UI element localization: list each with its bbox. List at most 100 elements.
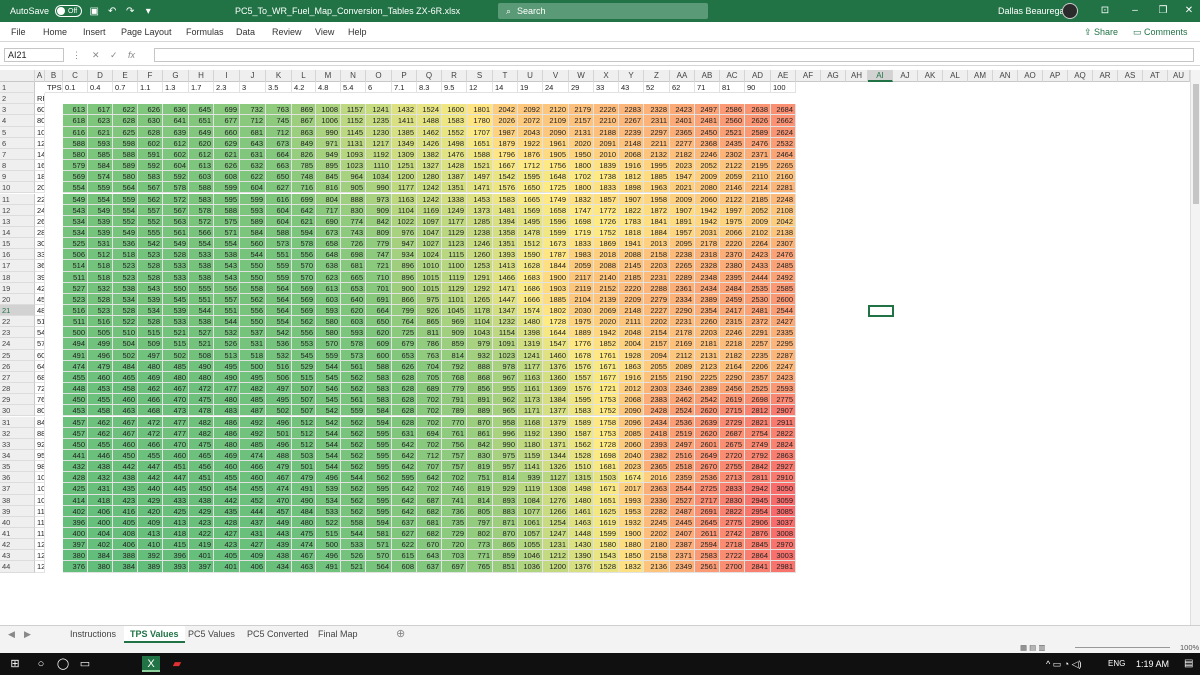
- cell-m41[interactable]: 515: [316, 528, 341, 540]
- cell-u40[interactable]: 1061: [518, 516, 543, 528]
- zoom-level[interactable]: 100%: [1180, 643, 1199, 653]
- cell-f36[interactable]: 442: [138, 472, 163, 484]
- cell-z30[interactable]: 2428: [644, 405, 670, 417]
- cell-j38[interactable]: 452: [240, 494, 266, 506]
- cell-p18[interactable]: 896: [392, 271, 417, 283]
- cell-ad34[interactable]: 2792: [745, 449, 771, 462]
- cell-f43[interactable]: 392: [138, 550, 163, 562]
- cell-u22[interactable]: 1480: [518, 316, 543, 328]
- cell-o24[interactable]: 609: [366, 338, 392, 350]
- cell-k33[interactable]: 496: [266, 438, 292, 450]
- cell-n21[interactable]: 620: [341, 305, 366, 317]
- cell-f33[interactable]: 466: [138, 438, 163, 450]
- cell-j19[interactable]: 558: [240, 282, 266, 294]
- cortana-icon[interactable]: ◯: [54, 656, 72, 672]
- cell-v21[interactable]: 1802: [543, 305, 569, 317]
- row-header-42[interactable]: 42: [0, 539, 35, 551]
- cell-z36[interactable]: 2016: [644, 472, 670, 484]
- cell-n23[interactable]: 593: [341, 327, 366, 339]
- cell-m6[interactable]: 971: [316, 137, 341, 149]
- cell-w6[interactable]: 2020: [569, 137, 594, 149]
- cell-k3[interactable]: 763: [266, 104, 292, 116]
- row-header-5[interactable]: 5: [0, 126, 35, 138]
- cell-f1[interactable]: 1.1: [138, 82, 163, 94]
- cell-ad12[interactable]: 2052: [745, 204, 771, 216]
- cell-r30[interactable]: 789: [442, 405, 467, 417]
- cell-o12[interactable]: 909: [366, 204, 392, 216]
- cell-n31[interactable]: 562: [341, 416, 366, 428]
- cell-u16[interactable]: 1590: [518, 249, 543, 261]
- cell-ae32[interactable]: 2822: [771, 427, 796, 439]
- cell-g21[interactable]: 539: [163, 305, 189, 317]
- cell-e1[interactable]: 0.7: [113, 82, 138, 94]
- cell-d38[interactable]: 418: [88, 494, 113, 506]
- cell-k20[interactable]: 564: [266, 293, 292, 305]
- cell-l26[interactable]: 529: [292, 360, 316, 372]
- row-header-21[interactable]: 21: [0, 305, 35, 317]
- cell-z33[interactable]: 2393: [644, 438, 670, 450]
- cell-ab20[interactable]: 2389: [695, 293, 720, 305]
- cell-ac8[interactable]: 2122: [720, 160, 745, 172]
- cell-l20[interactable]: 569: [292, 293, 316, 305]
- column-header-g[interactable]: G: [163, 70, 189, 82]
- cell-v6[interactable]: 1961: [543, 137, 569, 149]
- cell-d33[interactable]: 455: [88, 438, 113, 450]
- cell-t37[interactable]: 929: [493, 483, 518, 495]
- cell-ad4[interactable]: 2626: [745, 115, 771, 127]
- cell-e25[interactable]: 502: [113, 349, 138, 361]
- app-taskbar-icon[interactable]: ▰: [168, 656, 186, 672]
- cell-k8[interactable]: 663: [266, 160, 292, 172]
- cell-y34[interactable]: 2040: [619, 449, 644, 462]
- cell-ad24[interactable]: 2257: [745, 338, 771, 350]
- cell-h21[interactable]: 544: [189, 305, 214, 317]
- cell-h28[interactable]: 472: [189, 383, 214, 395]
- cell-j11[interactable]: 599: [240, 193, 266, 205]
- cell-v1[interactable]: 24: [543, 82, 569, 94]
- excel-taskbar-icon[interactable]: X: [142, 656, 160, 672]
- cell-r34[interactable]: 757: [442, 449, 467, 462]
- cell-g40[interactable]: 413: [163, 516, 189, 528]
- cell-y7[interactable]: 2068: [619, 148, 644, 161]
- cell-ae17[interactable]: 2485: [771, 260, 796, 272]
- cell-j35[interactable]: 466: [240, 461, 266, 473]
- cell-r37[interactable]: 746: [442, 483, 467, 495]
- cell-g34[interactable]: 460: [163, 449, 189, 462]
- cell-d22[interactable]: 516: [88, 316, 113, 328]
- cell-f19[interactable]: 543: [138, 282, 163, 294]
- cell-v42[interactable]: 1231: [543, 539, 569, 551]
- cell-t11[interactable]: 1583: [493, 193, 518, 205]
- menu-view[interactable]: View: [315, 22, 334, 42]
- cell-k22[interactable]: 554: [266, 316, 292, 328]
- cell-c9[interactable]: 569: [63, 171, 88, 183]
- spreadsheet-grid[interactable]: A B C D E F G H I J K L M N O P Q R S T U V W X Y Z AA AB AC AD AE AF AG…: [0, 70, 1190, 625]
- cell-ab40[interactable]: 2645: [695, 516, 720, 528]
- cell-c39[interactable]: 402: [63, 505, 88, 517]
- cell-ad22[interactable]: 2372: [745, 316, 771, 328]
- cell-ab28[interactable]: 2389: [695, 383, 720, 395]
- cell-z25[interactable]: 2094: [644, 349, 670, 361]
- cell-x1[interactable]: 33: [594, 82, 619, 94]
- row-header-25[interactable]: 25: [0, 349, 35, 361]
- cell-q33[interactable]: 702: [417, 438, 442, 450]
- cell-s10[interactable]: 1471: [467, 182, 493, 194]
- cell-a39[interactable]: 11200: [35, 505, 45, 517]
- cell-i26[interactable]: 495: [214, 360, 240, 372]
- cell-ab4[interactable]: 2481: [695, 115, 720, 127]
- cell-aa36[interactable]: 2359: [670, 472, 695, 484]
- cell-g24[interactable]: 515: [163, 338, 189, 350]
- cell-s36[interactable]: 751: [467, 472, 493, 484]
- cell-o44[interactable]: 564: [366, 561, 392, 573]
- cell-s4[interactable]: 1780: [467, 115, 493, 127]
- cell-e39[interactable]: 416: [113, 505, 138, 517]
- cell-i11[interactable]: 595: [214, 193, 240, 205]
- cell-h23[interactable]: 527: [189, 327, 214, 339]
- cell-f3[interactable]: 626: [138, 104, 163, 116]
- cell-c30[interactable]: 453: [63, 405, 88, 417]
- cell-z40[interactable]: 2245: [644, 516, 670, 528]
- cell-h29[interactable]: 475: [189, 394, 214, 406]
- cell-n15[interactable]: 726: [341, 238, 366, 250]
- cell-ae19[interactable]: 2585: [771, 282, 796, 294]
- cell-p10[interactable]: 1177: [392, 182, 417, 194]
- column-header-y[interactable]: Y: [619, 70, 644, 82]
- cell-t39[interactable]: 883: [493, 505, 518, 517]
